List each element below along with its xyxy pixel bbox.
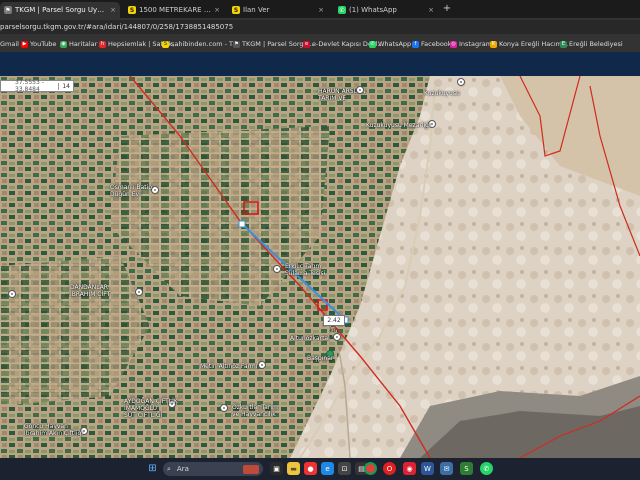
- maps-icon: ◉: [60, 40, 67, 48]
- zoom-level: 14: [58, 82, 73, 90]
- bookmark-youtube[interactable]: ▶ YouTube: [21, 39, 56, 49]
- sahibinden-icon: S: [162, 40, 169, 48]
- search-icon: ⌕: [167, 464, 171, 473]
- bookmark-whatsapp[interactable]: ✆ WhatsApp: [369, 39, 411, 49]
- start-icon[interactable]: ⊞: [146, 462, 159, 475]
- map-pin[interactable]: [151, 186, 159, 194]
- tab-whatsapp[interactable]: ✆ (1) WhatsApp ×: [334, 2, 438, 18]
- map-pin[interactable]: [333, 333, 341, 341]
- tab-label: (1) WhatsApp: [349, 6, 397, 14]
- map-pin[interactable]: [220, 404, 228, 412]
- tab-1500-metrekare[interactable]: S 1500 METREKARE TEK TAPU İKİ ×: [124, 2, 224, 18]
- close-icon[interactable]: ×: [318, 6, 324, 14]
- label-kuzukuyusu: Kuzukuyusu: [424, 90, 460, 97]
- label-metin: Metin Altınöz Farmı: [200, 363, 258, 370]
- whatsapp-icon: ✆: [369, 40, 376, 48]
- bookmark-konya-eregli[interactable]: K Konya Ereğli Hacım...: [490, 39, 568, 49]
- app-header-bar: [0, 52, 640, 76]
- label-altunozkartal: Altunözkartal: [290, 335, 330, 342]
- label-osmanli: Osmanlı Batip Düğün Evi: [110, 184, 153, 198]
- browser-tab-strip: ⚑ TKGM | Parsel Sorgu Uygulaması × S 150…: [0, 0, 640, 18]
- tab-tkgm[interactable]: ⚑ TKGM | Parsel Sorgu Uygulaması ×: [0, 2, 120, 18]
- explorer-icon[interactable]: ▬: [287, 462, 300, 475]
- new-tab-button[interactable]: +: [441, 3, 453, 15]
- map-pin[interactable]: [356, 86, 364, 94]
- chrome-icon[interactable]: [364, 462, 377, 475]
- taskbar-search-box[interactable]: ⌕ Ara: [163, 462, 263, 476]
- app-red2-icon[interactable]: ◉: [403, 462, 416, 475]
- edevlet-icon: e: [303, 40, 310, 48]
- tkgm-icon: ⚑: [233, 40, 240, 48]
- tab-label: İlan Ver: [243, 6, 270, 14]
- map-pin[interactable]: [457, 78, 465, 86]
- bookmarks-bar: Gmail ▶ YouTube ◉ Haritalar h Hepsiemlak | …: [0, 36, 640, 53]
- map-pin[interactable]: [258, 361, 266, 369]
- label-goncu: Göncü Hayvan İbrahim Akın Çiftliği: [24, 423, 83, 437]
- windows-taskbar: ⊞ ⌕ Ara ▣ ▬ ● e ⊡ ▤ O ◉ W ✉ S ✆: [0, 458, 640, 480]
- tab-ilan-ver[interactable]: S İlan Ver ×: [228, 2, 328, 18]
- address-bar-row: parselsorgu.tkgm.gov.tr/#ara/idari/14480…: [0, 18, 640, 36]
- distance-label: 2.42 km: [323, 315, 345, 334]
- widget-icon: [243, 464, 259, 474]
- map-pin[interactable]: [8, 290, 16, 298]
- tab-label: TKGM | Parsel Sorgu Uygulaması: [15, 6, 108, 14]
- bookmark-instagram[interactable]: ◎ Instagram: [450, 39, 492, 49]
- edge-icon[interactable]: e: [321, 462, 334, 475]
- bookmark-facebook[interactable]: f Facebook: [412, 39, 452, 49]
- youtube-icon: ▶: [21, 40, 28, 48]
- tab-label: 1500 METREKARE TEK TAPU İKİ: [139, 6, 211, 14]
- konya-icon: K: [490, 40, 497, 48]
- coordinate-value: 37.5553 - 33.8484: [15, 79, 44, 93]
- label-dandanlar: DANDANLAR İBRAHİM ÇİFT: [70, 284, 111, 298]
- task-view-icon[interactable]: ▣: [270, 462, 283, 475]
- facebook-icon: f: [412, 40, 419, 48]
- bookmark-haritalar[interactable]: ◉ Haritalar: [60, 39, 97, 49]
- label-ozkurtlar: Özkurtlar Tarım ve Hayvancılık: [232, 404, 278, 418]
- coordinate-readout: 37.5553 - 33.8484 14: [0, 79, 74, 93]
- label-baspinar: Başpınar: [307, 355, 334, 362]
- sahibinden-icon: S: [128, 6, 136, 14]
- label-kuzukuyusu-mezarligi: Kuzukuyusu Mezarlığı: [366, 122, 431, 129]
- bookmark-sahibinden[interactable]: Ssahibinden.com - T...: [162, 39, 238, 49]
- hepsiemlak-icon: h: [99, 40, 106, 48]
- tkgm-icon: ⚑: [4, 6, 12, 14]
- map-pin[interactable]: [273, 265, 281, 273]
- close-icon[interactable]: ×: [428, 6, 434, 14]
- whatsapp-icon[interactable]: ✆: [480, 462, 493, 475]
- bookmark-gmail[interactable]: Gmail: [0, 39, 19, 49]
- opera-icon[interactable]: O: [383, 462, 396, 475]
- satellite-map[interactable]: 37.5553 - 33.8484 14 2.42 km HARUN ARSLA…: [0, 76, 640, 458]
- files-icon[interactable]: S: [460, 462, 473, 475]
- mail-icon[interactable]: ✉: [440, 462, 453, 475]
- bookmark-eregli-belediyesi[interactable]: E Ereğli Belediyesi: [560, 39, 623, 49]
- map-pin[interactable]: [135, 288, 143, 296]
- whatsapp-icon: ✆: [338, 6, 346, 14]
- sahibinden-icon: S: [232, 6, 240, 14]
- label-aydogan: AYDOĞAN ÇİFTLİK İMAMOĞLU SÜT ÇİFTLİĞİ: [124, 398, 178, 419]
- address-bar[interactable]: parselsorgu.tkgm.gov.tr/#ara/idari/14480…: [0, 20, 640, 34]
- store-icon[interactable]: ⊡: [338, 462, 351, 475]
- label-erkilic: Erkılıç Tarım Sulama Tesisi: [285, 263, 326, 277]
- close-icon[interactable]: ×: [110, 6, 116, 14]
- word-icon[interactable]: W: [421, 462, 434, 475]
- app-red-icon[interactable]: ●: [304, 462, 317, 475]
- bookmark-tkgm[interactable]: ⚑ TKGM | Parsel Sorgu...: [233, 39, 314, 49]
- instagram-icon: ◎: [450, 40, 457, 48]
- close-icon[interactable]: ×: [214, 6, 220, 14]
- search-placeholder: Ara: [176, 465, 189, 473]
- belediye-icon: E: [560, 40, 567, 48]
